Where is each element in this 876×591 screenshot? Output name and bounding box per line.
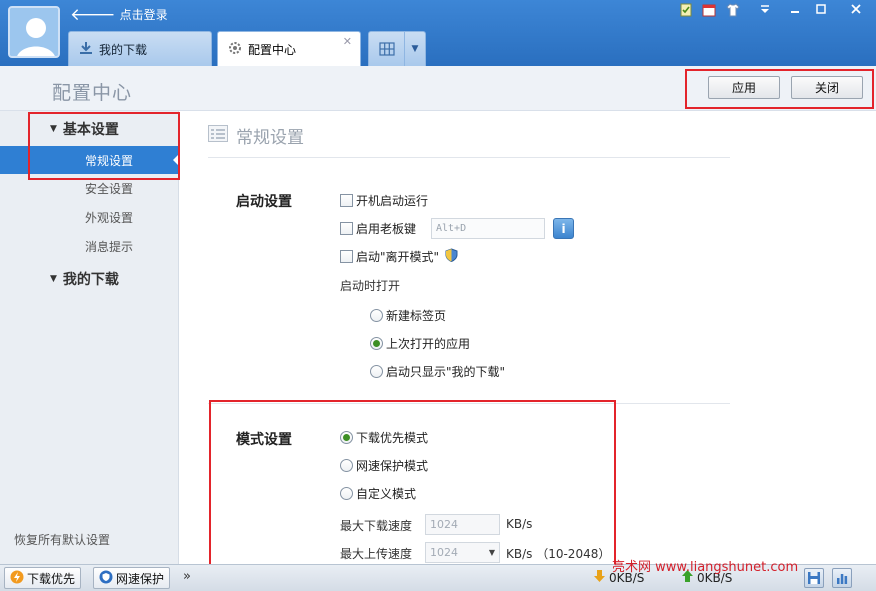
startup-settings-label: 启动设置 — [236, 194, 292, 210]
calendar-icon[interactable] — [700, 2, 718, 18]
title-bar: 🡐 点击登录 我的下载 配置中心 ✕ ▼ — [0, 0, 876, 66]
checkbox-box[interactable] — [340, 194, 353, 207]
menu-icon[interactable] — [755, 0, 775, 18]
section-title-label: 常规设置 — [236, 128, 304, 148]
restore-defaults-link[interactable]: 恢复所有默认设置 — [14, 531, 110, 548]
sidebar-item-appearance[interactable]: 外观设置 — [0, 203, 178, 231]
note-icon[interactable] — [677, 2, 695, 18]
open-on-start-label: 启动时打开 — [340, 279, 401, 293]
section-title: 常规设置 — [208, 123, 304, 148]
tab-label: 我的下载 — [99, 42, 148, 57]
login-label: 点击登录 — [119, 8, 168, 22]
tab-label: 配置中心 — [248, 42, 297, 57]
radio-label: 新建标签页 — [386, 309, 447, 323]
page-title: 配置中心 — [52, 82, 133, 104]
radio-label: 启动只显示"我的下载" — [386, 365, 506, 379]
button-label: 下载优先 — [27, 571, 76, 586]
sidebar-item-label: 外观设置 — [85, 210, 134, 225]
highlight-box-sidebar — [28, 112, 180, 180]
stats-icon[interactable] — [832, 568, 852, 588]
shirt-icon[interactable] — [724, 2, 742, 18]
shield-icon — [99, 570, 113, 587]
speed-protect-button[interactable]: 网速保护 — [93, 567, 171, 589]
away-mode-checkbox[interactable]: 启动"离开模式" — [340, 248, 458, 265]
highlight-box-mode-settings — [209, 400, 616, 566]
sidebar-item-notifications[interactable]: 消息提示 — [0, 232, 178, 260]
radio-circle[interactable] — [370, 365, 383, 378]
boss-key-checkbox[interactable]: 启用老板键 — [340, 220, 416, 237]
open-last-apps-radio[interactable]: 上次打开的应用 — [370, 335, 470, 352]
download-priority-button[interactable]: 下载优先 — [4, 567, 82, 589]
highlight-box-header-buttons — [685, 69, 874, 109]
checkbox-box[interactable] — [340, 222, 353, 235]
lightning-icon — [10, 570, 24, 587]
divider — [208, 157, 730, 158]
checkbox-label: 启用老板键 — [356, 222, 417, 236]
collapse-triangle-icon: ▼ — [50, 274, 57, 284]
sidebar-group-label: 我的下载 — [62, 272, 119, 288]
download-icon — [79, 41, 93, 58]
minimize-icon[interactable] — [784, 0, 806, 18]
watermark-text: 亮术网 www.liangshunet.com — [612, 560, 799, 575]
open-new-tab-radio[interactable]: 新建标签页 — [370, 307, 446, 324]
list-settings-icon — [208, 124, 228, 147]
gear-icon — [228, 41, 242, 58]
user-silhouette-icon — [10, 8, 58, 56]
radio-circle[interactable] — [370, 309, 383, 322]
grid-icon[interactable] — [369, 32, 405, 66]
login-link[interactable]: 🡐 点击登录 — [70, 6, 168, 23]
more-chevron[interactable]: » — [183, 569, 191, 584]
arrow-down-icon — [594, 570, 605, 585]
open-downloads-only-radio[interactable]: 启动只显示"我的下载" — [370, 363, 505, 380]
info-icon[interactable]: i — [553, 218, 574, 239]
tab-config-center[interactable]: 配置中心 ✕ — [217, 31, 361, 66]
radio-label: 上次打开的应用 — [386, 337, 471, 351]
checkbox-label: 开机启动运行 — [356, 194, 429, 208]
back-arrow-icon: 🡐 — [70, 4, 116, 25]
maximize-icon[interactable] — [810, 0, 832, 18]
button-label: 网速保护 — [116, 571, 165, 586]
save-icon[interactable] — [804, 568, 824, 588]
checkbox-label: 启动"离开模式" — [356, 250, 440, 264]
chevron-down-icon[interactable]: ▼ — [405, 32, 425, 66]
auto-start-checkbox[interactable]: 开机启动运行 — [340, 192, 428, 209]
tab-close-icon[interactable]: ✕ — [343, 35, 352, 48]
sidebar-group-my-downloads[interactable]: ▼ 我的下载 — [50, 269, 119, 289]
checkbox-box[interactable] — [340, 250, 353, 263]
boss-key-input[interactable]: Alt+D — [431, 218, 545, 239]
tab-my-downloads[interactable]: 我的下载 — [68, 31, 212, 66]
app-grid-tab[interactable]: ▼ — [368, 31, 426, 66]
radio-circle-selected[interactable] — [370, 337, 383, 350]
avatar[interactable] — [8, 6, 60, 58]
sidebar-item-label: 消息提示 — [85, 239, 134, 254]
close-window-icon[interactable] — [838, 0, 874, 18]
sidebar-item-label: 安全设置 — [85, 181, 134, 196]
shield-icon — [445, 248, 458, 265]
